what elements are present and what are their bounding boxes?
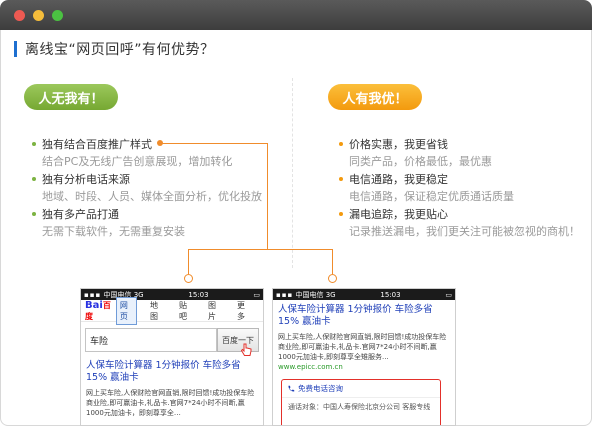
connector-line [188, 249, 189, 274]
minimize-window-button[interactable] [33, 10, 44, 21]
bullet-icon [32, 212, 36, 216]
tab-map[interactable]: 地图 [147, 298, 166, 324]
phone-screenshot-search: ▪▪▪ 中国电信 3G 15:03 ▭ Bai百度 网页 地图 贴吧 图片 更多… [80, 288, 264, 426]
left-feature-3: 独有多产品打通 无需下载软件，无需重复安装 [32, 208, 185, 238]
connector-end-dot [328, 274, 337, 283]
bullet-icon [32, 142, 36, 146]
feature-desc: 同类产品，价格最低，最优惠 [349, 155, 492, 168]
feature-desc: 地域、时段、人员、媒体全面分析，优化投放 [42, 190, 262, 203]
right-feature-2: 电信通路，我更稳定 电信通路，保证稳定优质通话质量 [339, 173, 514, 203]
right-feature-3: 漏电追踪，我更贴心 记录推送漏电，我们更关注可能被忽视的商机！ [339, 208, 580, 238]
result-url[interactable]: www.epicc.com.cn [273, 362, 455, 372]
search-result-title[interactable]: 人保车险计算器 1分钟报价 车险多省15% 赢油卡 [81, 356, 263, 385]
feature-desc: 结合PC及无线广告创意展现，增加转化 [42, 155, 233, 168]
bullet-icon [339, 142, 343, 146]
baidu-tab-bar: Bai百度 网页 地图 贴吧 图片 更多 [81, 296, 263, 325]
hand-cursor-icon [240, 343, 252, 356]
free-call-box: 免费电话咨询 通话对象：中国人寿保险北京分公司 客服专线 [281, 379, 441, 425]
right-badge: 人有我优！ [328, 84, 422, 110]
battery-icon: ▭ [445, 290, 452, 299]
free-call-label: 免费电话咨询 [298, 384, 343, 393]
search-button[interactable]: 百度一下 [217, 328, 259, 356]
connector-end-dot [184, 274, 193, 283]
left-badge: 人无我有！ [24, 84, 118, 110]
feature-title: 价格实惠，我更省钱 [349, 138, 448, 151]
search-result-snippet: 网上买车险,人保财险官网直销,限时回馈!成功投保车险商业险,即可赢油卡,礼品卡.… [278, 332, 447, 361]
feature-desc: 记录推送漏电，我们更关注可能被忽视的商机！ [349, 225, 580, 238]
baidu-search-bar: 车险 百度一下 [85, 328, 259, 356]
feature-title: 独有分析电话来源 [42, 173, 130, 186]
bullet-icon [32, 177, 36, 181]
bullet-icon [339, 212, 343, 216]
feature-title: 独有多产品打通 [42, 208, 119, 221]
feature-title: 漏电追踪，我更贴心 [349, 208, 448, 221]
feature-title: 独有结合百度推广样式 [42, 138, 152, 151]
page-title: 离线宝“网页回呼”有何优势？ [25, 42, 215, 58]
app-window: 离线宝“网页回呼”有何优势？ 人无我有！ 人有我优！ 独有结合百度推广样式 结合… [0, 0, 592, 426]
tab-images[interactable]: 图片 [205, 298, 224, 324]
search-input[interactable]: 车险 [85, 328, 217, 352]
tab-tieba[interactable]: 贴吧 [176, 298, 195, 324]
network-label: 3G [325, 290, 336, 299]
feature-desc: 电信通路，保证稳定优质通话质量 [349, 190, 514, 203]
left-feature-2: 独有分析电话来源 地域、时段、人员、媒体全面分析，优化投放 [32, 173, 262, 203]
close-window-button[interactable] [14, 10, 25, 21]
connector-line [188, 249, 333, 250]
call-target-text: 通话对象：中国人寿保险北京分公司 客服专线 [288, 403, 431, 411]
signal-icon: ▪▪▪ [84, 290, 102, 299]
phone-screenshot-result: ▪▪▪ 中国电信 3G 15:03 ▭ 人保车险计算器 1分钟报价 车险多省15… [272, 288, 456, 426]
feature-title: 电信通路，我更稳定 [349, 173, 448, 186]
baidu-logo: Bai百度 [85, 299, 111, 321]
tab-more[interactable]: 更多 [234, 298, 253, 324]
signal-icon: ▪▪▪ [276, 290, 294, 299]
phone-status-bar: ▪▪▪ 中国电信 3G 15:03 ▭ [273, 289, 455, 300]
heading-accent-bar [14, 41, 17, 57]
feature-desc: 无需下载软件，无需重复安装 [42, 225, 185, 238]
column-divider [292, 78, 293, 268]
connector-line [162, 143, 268, 144]
free-call-button[interactable]: 免费电话咨询 [282, 380, 440, 398]
phone-icon [288, 385, 295, 392]
battery-icon: ▭ [253, 290, 260, 299]
search-result-snippet: 网上买车险,人保财险官网直销,限时回馈!成功投保车险商业险,即可赢油卡,礼品卡.… [86, 388, 255, 417]
search-result-title[interactable]: 人保车险计算器 1分钟报价 车险多省15% 赢油卡 [273, 300, 455, 329]
maximize-window-button[interactable] [52, 10, 63, 21]
window-titlebar [0, 0, 592, 30]
section-heading: 离线宝“网页回呼”有何优势？ [14, 38, 215, 60]
carrier-label: 中国电信 [295, 290, 324, 299]
right-feature-1: 价格实惠，我更省钱 同类产品，价格最低，最优惠 [339, 138, 492, 168]
tab-web[interactable]: 网页 [115, 296, 137, 325]
connector-line [332, 249, 333, 274]
connector-line [267, 143, 268, 249]
bullet-icon [339, 177, 343, 181]
status-time: 15:03 [380, 290, 401, 299]
